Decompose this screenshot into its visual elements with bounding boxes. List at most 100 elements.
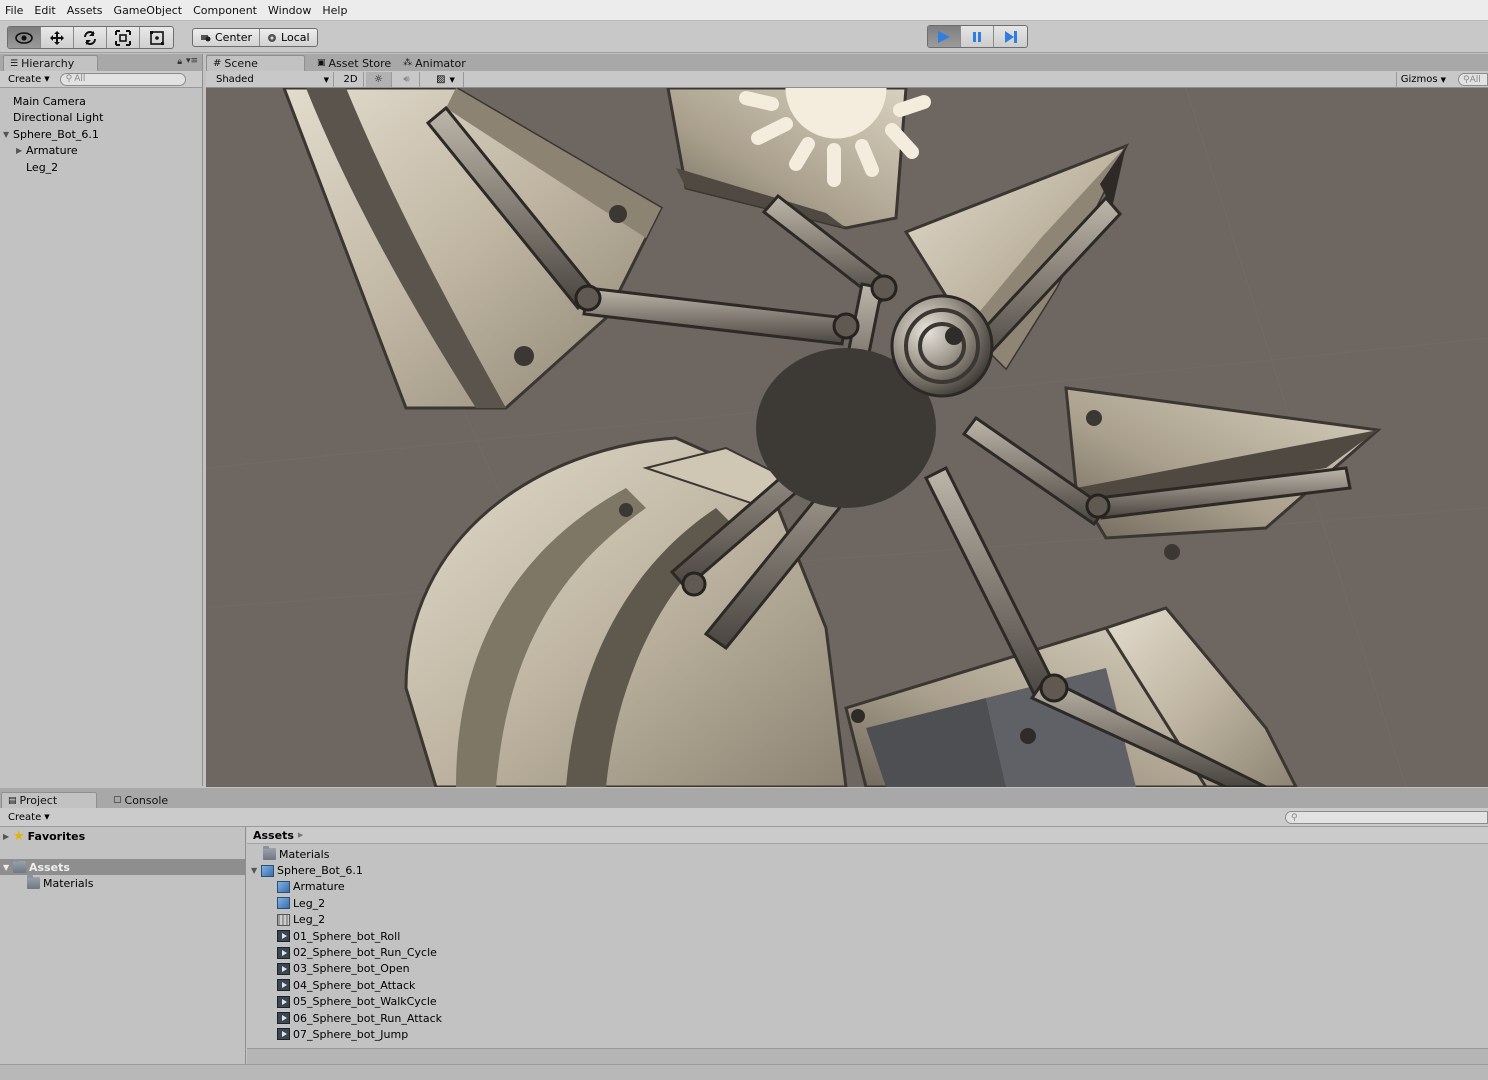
project-search-input[interactable]: ⚲: [1285, 811, 1488, 824]
asset-label: 05_Sphere_bot_WalkCycle: [293, 995, 437, 1009]
search-icon: ⚲: [65, 74, 73, 84]
pivot-center-icon: [201, 34, 211, 41]
tab-asset-store[interactable]: ▣ Asset Store: [311, 55, 397, 71]
materials-folder-row[interactable]: Materials: [0, 875, 245, 891]
hand-eye-icon[interactable]: [8, 27, 41, 48]
status-bar: [0, 1064, 1488, 1080]
asset-row[interactable]: 04_Sphere_bot_Attack: [247, 977, 1488, 993]
lighting-toggle[interactable]: ☼: [366, 72, 392, 87]
asset-row[interactable]: Leg_2: [247, 895, 1488, 911]
asset-row[interactable]: 02_Sphere_bot_Run_Cycle: [247, 944, 1488, 960]
chevron-down-icon: ▼: [323, 75, 329, 84]
step-button[interactable]: [994, 26, 1027, 47]
hierarchy-search-input[interactable]: ⚲ All: [59, 72, 186, 86]
asset-row[interactable]: 05_Sphere_bot_WalkCycle: [247, 994, 1488, 1010]
project-asset-view: Assets ▶ Materials ▼ Sphere_Bot_6.1 Armatur…: [247, 827, 1488, 1080]
chevron-down-icon: ▼: [44, 813, 50, 821]
lock-icon[interactable]: 🔒︎: [177, 57, 182, 67]
pivot-center-button[interactable]: Center: [193, 29, 261, 46]
panel-menu-icon[interactable]: ▾≡: [186, 56, 198, 66]
hierarchy-item[interactable]: ▼ Sphere_Bot_6.1: [0, 126, 202, 143]
asset-row[interactable]: ▼ Sphere_Bot_6.1: [247, 862, 1488, 878]
menu-item-edit[interactable]: Edit: [29, 4, 61, 17]
animation-clip-icon: [277, 1028, 290, 1041]
search-icon: ⚲: [1463, 74, 1470, 85]
hierarchy-create-dropdown[interactable]: Create ▼: [4, 72, 54, 86]
hierarchy-item[interactable]: Leg_2: [0, 159, 202, 176]
pivot-local-button[interactable]: Local: [260, 29, 317, 46]
prefab-icon: [277, 897, 290, 910]
tab-hierarchy[interactable]: ☰ Hierarchy: [3, 55, 98, 71]
animation-clip-icon: [277, 930, 290, 943]
asset-scrollbar[interactable]: [247, 1048, 1488, 1064]
asset-row[interactable]: 03_Sphere_bot_Open: [247, 961, 1488, 977]
effects-dropdown[interactable]: ▨ ▼: [428, 72, 464, 87]
asset-row[interactable]: Armature: [247, 879, 1488, 895]
asset-label: 01_Sphere_bot_Roll: [293, 929, 401, 943]
play-icon: [938, 30, 950, 43]
animator-icon: ⁂: [403, 58, 413, 68]
image-icon: ▨: [436, 74, 446, 85]
toggle-2d-button[interactable]: 2D: [338, 72, 364, 87]
breadcrumb-assets[interactable]: Assets: [253, 829, 294, 842]
rect-icon[interactable]: [140, 27, 173, 48]
asset-row[interactable]: 06_Sphere_bot_Run_Attack: [247, 1010, 1488, 1026]
expand-arrow-icon[interactable]: ▶: [3, 832, 13, 841]
asset-row[interactable]: Leg_2: [247, 912, 1488, 928]
animation-clip-icon: [277, 946, 290, 959]
tab-animator[interactable]: ⁂ Animator: [397, 55, 472, 71]
gizmos-dropdown[interactable]: Gizmos ▼: [1395, 72, 1450, 87]
rotate-icon[interactable]: [74, 27, 107, 48]
tab-scene[interactable]: # Scene: [206, 55, 305, 71]
play-button[interactable]: [928, 26, 961, 47]
asset-label: 06_Sphere_bot_Run_Attack: [293, 1011, 442, 1025]
animation-clip-icon: [277, 995, 290, 1008]
hierarchy-item-label: Directional Light: [13, 111, 104, 125]
scene-viewport[interactable]: [206, 88, 1488, 787]
scene-toolbar: Shaded ▼ 2D ☼ 🔊︎ ▨ ▼ Gizmos ▼ ⚲ All: [206, 71, 1488, 88]
tab-console[interactable]: ▢ Console: [107, 792, 174, 808]
grid-icon: #: [213, 58, 222, 69]
menu-item-file[interactable]: File: [0, 4, 29, 17]
scene-panel: # Scene ▣ Asset Store ⁂ Animator Shaded …: [206, 54, 1488, 787]
favorites-row[interactable]: ▶ ★ Favorites: [0, 827, 245, 845]
hierarchy-item[interactable]: Directional Light: [0, 110, 202, 127]
folder-icon: ▤: [8, 795, 17, 806]
tab-project[interactable]: ▤ Project: [1, 792, 97, 808]
scene-search-input[interactable]: ⚲ All: [1458, 73, 1488, 86]
tab-animator-label: Animator: [415, 56, 466, 70]
expand-arrow-icon[interactable]: ▼: [3, 863, 13, 872]
tab-project-label: Project: [19, 794, 58, 807]
assets-root-row[interactable]: ▼ Assets: [0, 859, 245, 875]
expand-arrow-icon[interactable]: ▶: [16, 146, 26, 155]
folder-icon: [263, 846, 276, 861]
audio-toggle[interactable]: 🔊︎: [394, 72, 420, 87]
list-icon: ☰: [10, 58, 19, 69]
asset-row[interactable]: 07_Sphere_bot_Jump: [247, 1026, 1488, 1042]
asset-row[interactable]: 01_Sphere_bot_Roll: [247, 928, 1488, 944]
expand-arrow-icon[interactable]: ▼: [251, 866, 261, 875]
menu-item-component[interactable]: Component: [188, 4, 263, 17]
move-icon[interactable]: [41, 27, 74, 48]
hierarchy-create-label: Create: [8, 73, 42, 85]
menu-item-window[interactable]: Window: [263, 4, 317, 17]
hierarchy-item[interactable]: Main Camera: [0, 93, 202, 110]
step-icon: [1004, 30, 1017, 43]
scale-icon[interactable]: [107, 27, 140, 48]
tab-asset-store-label: Asset Store: [328, 56, 392, 70]
asset-label: Sphere_Bot_6.1: [277, 864, 363, 878]
hierarchy-item[interactable]: ▶ Armature: [0, 143, 202, 160]
project-panel: ▤ Project ▢ Console Create ▼ ⚲ ▶ ★ Favor…: [0, 788, 1488, 1080]
project-create-dropdown[interactable]: Create ▼: [4, 810, 54, 824]
animation-clip-icon: [277, 979, 290, 992]
menu-item-gameobject[interactable]: GameObject: [109, 4, 189, 17]
speaker-icon: 🔊︎: [403, 74, 410, 85]
pause-button[interactable]: [961, 26, 994, 47]
expand-arrow-icon[interactable]: ▼: [3, 130, 13, 139]
shading-mode-dropdown[interactable]: Shaded ▼: [212, 72, 334, 87]
tab-console-label: Console: [124, 793, 169, 807]
menu-item-help[interactable]: Help: [317, 4, 353, 17]
menu-item-assets[interactable]: Assets: [62, 4, 109, 17]
breadcrumb: Assets ▶: [247, 827, 1488, 844]
asset-row[interactable]: Materials: [247, 846, 1488, 862]
